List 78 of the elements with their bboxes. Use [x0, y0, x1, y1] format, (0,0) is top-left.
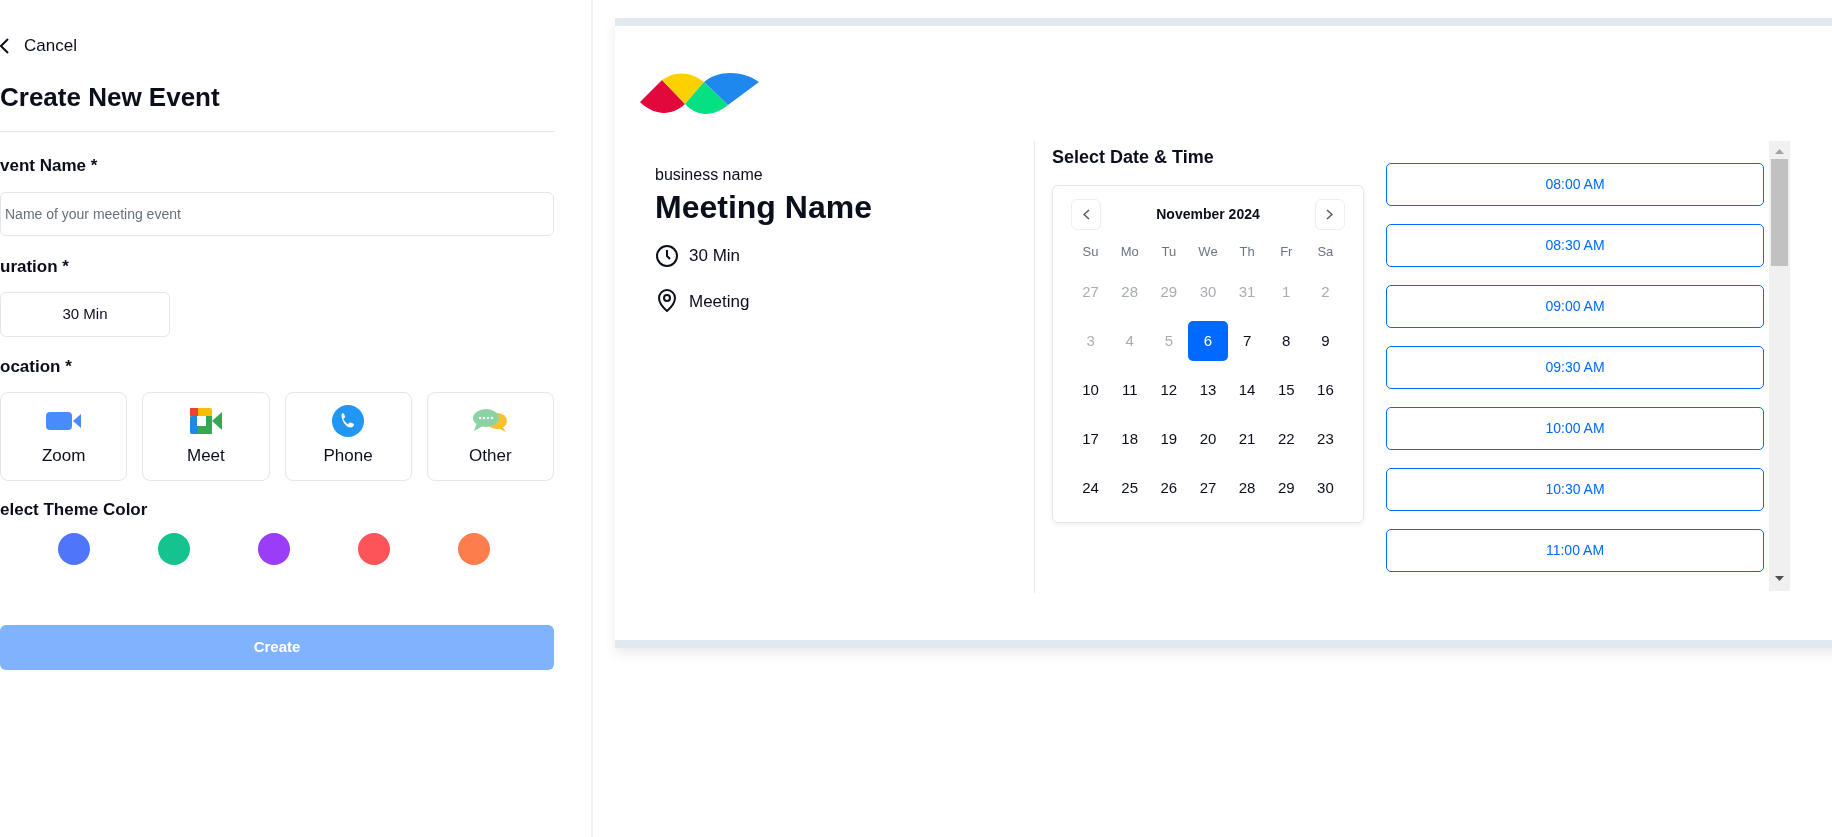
location-option[interactable]: Zoom	[0, 392, 128, 481]
weekday-label: We	[1197, 243, 1219, 261]
calendar-day[interactable]: 15	[1266, 370, 1306, 410]
weekday-label: Su	[1081, 243, 1100, 261]
meeting-name: Meeting Name	[655, 188, 873, 227]
weekday-label: Th	[1238, 243, 1256, 261]
field-label: vent Name *	[0, 155, 99, 177]
previous-month-button[interactable]	[1071, 199, 1101, 230]
scrollbar[interactable]	[1769, 141, 1790, 591]
scroll-down-icon	[1775, 576, 1784, 581]
color-swatch[interactable]	[58, 533, 90, 565]
calendar-day[interactable]: 6	[1188, 321, 1228, 361]
video-camera-icon	[189, 407, 222, 434]
calendar-day[interactable]: 25	[1110, 468, 1150, 508]
weekday-label: Fr	[1279, 243, 1294, 261]
calendar-day[interactable]: 29	[1266, 468, 1306, 508]
detail-text: Meeting	[689, 290, 750, 313]
location-pin-icon	[655, 289, 679, 314]
field-label: elect Theme Color	[0, 499, 149, 521]
detail-text: 30 Min	[689, 245, 741, 267]
calendar-day[interactable]: 23	[1305, 419, 1345, 459]
business-name: business name	[655, 165, 764, 185]
time-slot-button[interactable]: 10:30 AM	[1386, 468, 1764, 511]
calendar-day[interactable]: 17	[1071, 419, 1111, 459]
time-slot-button[interactable]: 09:30 AM	[1386, 346, 1764, 389]
section-heading: Select Date & Time	[1052, 146, 1215, 169]
location-option[interactable]: Phone	[284, 392, 412, 481]
chevron-left-icon	[1082, 209, 1090, 220]
weekday-label: Mo	[1119, 243, 1140, 261]
scroll-up-icon	[1775, 149, 1784, 154]
cancel-link[interactable]: Cancel	[0, 33, 77, 59]
color-swatch[interactable]	[458, 533, 490, 565]
calendar-day[interactable]: 9	[1305, 321, 1345, 361]
phone-icon	[332, 404, 365, 437]
calendar-day[interactable]: 24	[1071, 468, 1111, 508]
color-swatch[interactable]	[358, 533, 390, 565]
calendar-day[interactable]: 19	[1149, 419, 1189, 459]
logo-icon	[640, 72, 760, 117]
calendar-day[interactable]: 26	[1149, 468, 1189, 508]
month-title: November 2024	[1156, 205, 1260, 224]
calendar-day[interactable]: 21	[1227, 419, 1267, 459]
calendar-day[interactable]: 13	[1188, 370, 1228, 410]
chevron-left-icon	[0, 38, 10, 54]
weekday-label: Tu	[1160, 243, 1178, 261]
calendar-day[interactable]: 22	[1266, 419, 1306, 459]
next-month-button[interactable]	[1315, 199, 1345, 230]
time-slot-button[interactable]: 11:00 AM	[1386, 529, 1764, 572]
calendar-day[interactable]: 20	[1188, 419, 1228, 459]
time-slot-button[interactable]: 08:30 AM	[1386, 224, 1764, 267]
page-title: Create New Event	[0, 81, 221, 113]
calendar-day[interactable]: 12	[1149, 370, 1189, 410]
color-swatch[interactable]	[158, 533, 190, 565]
time-slot-button[interactable]: 08:00 AM	[1386, 163, 1764, 206]
event-name-input[interactable]: Name of your meeting event	[0, 192, 554, 236]
calendar-day[interactable]: 7	[1227, 321, 1267, 361]
clock-icon	[655, 243, 679, 268]
location-option[interactable]: Meet	[142, 392, 270, 481]
chevron-right-icon	[1326, 209, 1334, 220]
field-label: uration *	[0, 256, 70, 278]
video-camera-icon	[45, 409, 82, 432]
calendar-day[interactable]: 10	[1071, 370, 1111, 410]
chat-bubbles-icon	[472, 407, 509, 434]
location-option[interactable]: Other	[426, 392, 554, 481]
calendar-day[interactable]: 16	[1305, 370, 1345, 410]
calendar-day[interactable]: 27	[1188, 468, 1228, 508]
time-slot-button[interactable]: 09:00 AM	[1386, 285, 1764, 328]
color-swatch[interactable]	[258, 533, 290, 565]
calendar-day[interactable]: 18	[1110, 419, 1150, 459]
calendar-day[interactable]: 11	[1110, 370, 1150, 410]
calendar-day[interactable]: 30	[1305, 468, 1345, 508]
time-slot-button[interactable]: 10:00 AM	[1386, 407, 1764, 450]
field-label: ocation *	[0, 356, 73, 378]
calendar-day[interactable]: 14	[1227, 370, 1267, 410]
calendar-day[interactable]: 28	[1227, 468, 1267, 508]
duration-field[interactable]: 30 Min	[0, 292, 170, 337]
scrollbar-thumb[interactable]	[1771, 159, 1788, 266]
calendar-day[interactable]: 8	[1266, 321, 1306, 361]
weekday-label: Sa	[1316, 243, 1335, 261]
